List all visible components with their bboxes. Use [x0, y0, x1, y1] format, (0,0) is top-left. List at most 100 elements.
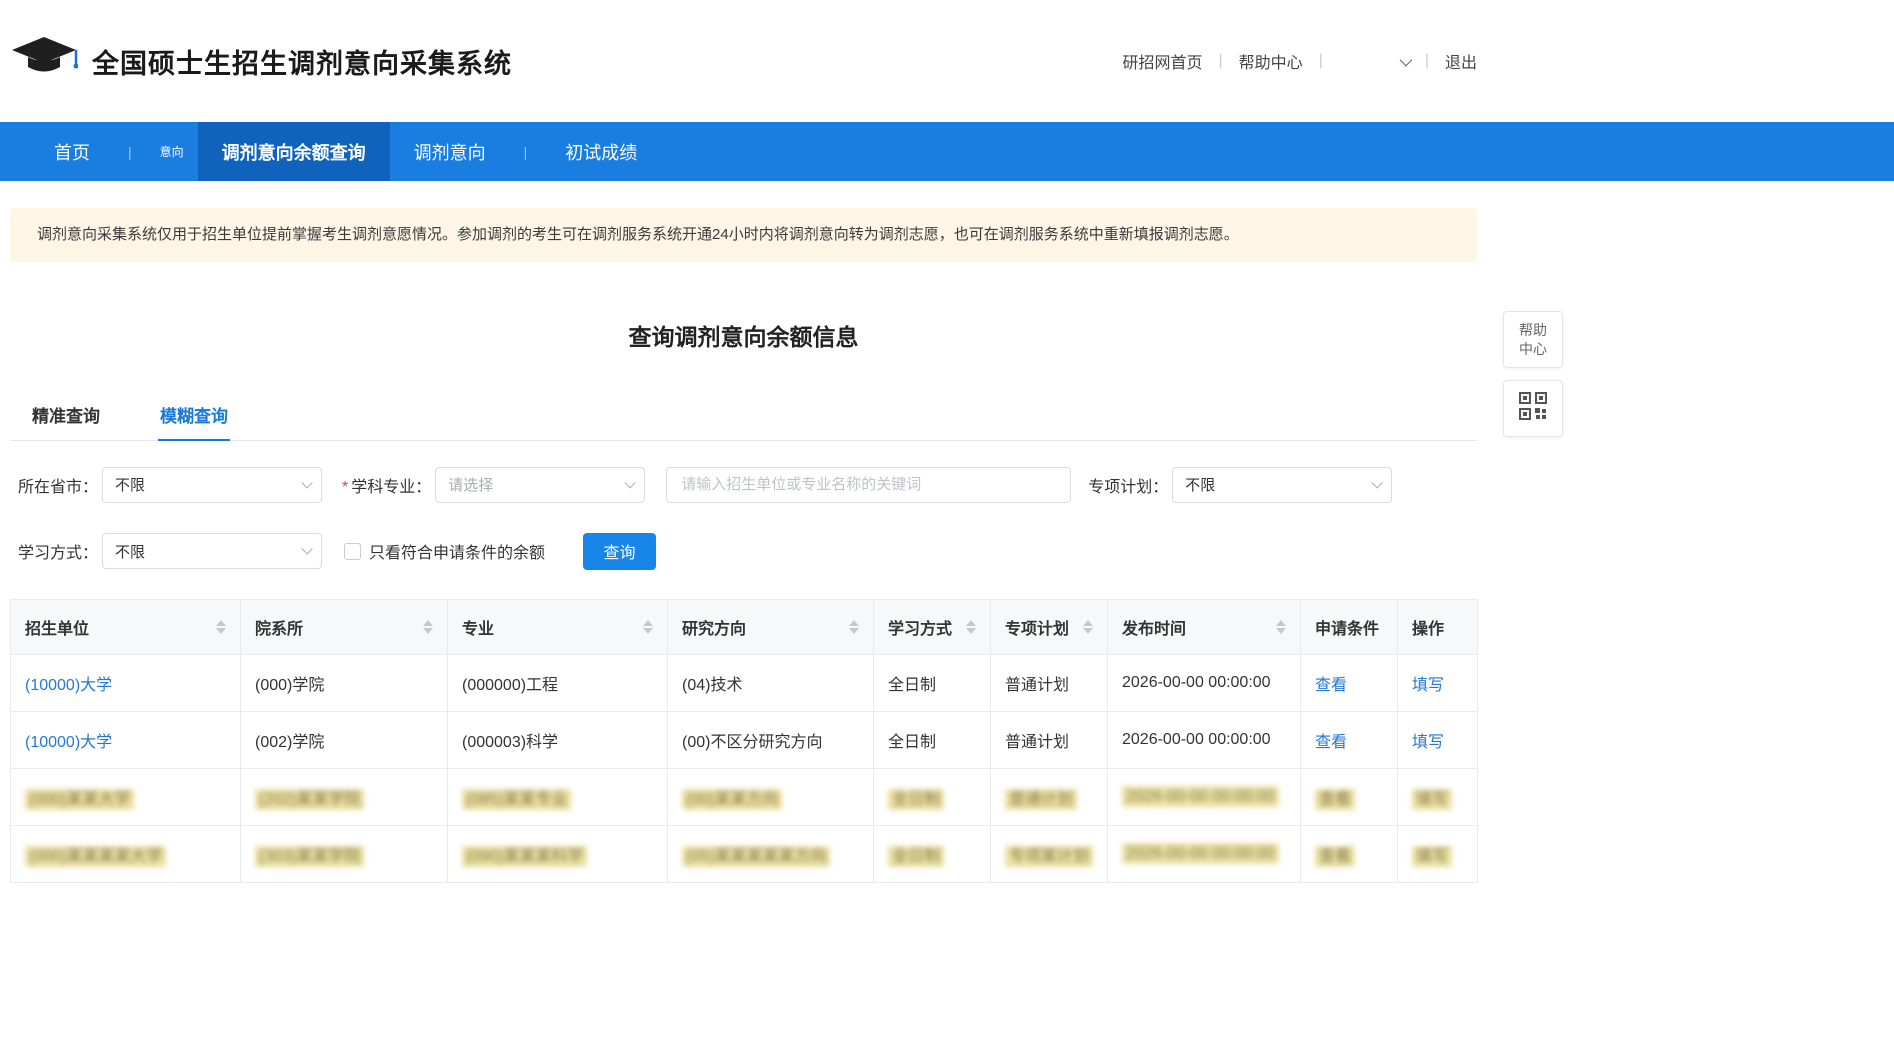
- nav-adjust-intent[interactable]: 调剂意向: [390, 122, 510, 181]
- study-mode-select-value: 不限: [115, 541, 145, 562]
- help-widget-line2: 中心: [1519, 340, 1547, 358]
- sort-icon[interactable]: [966, 620, 976, 634]
- study-mode-cell: 全日制: [888, 789, 944, 810]
- table-row-redacted: (000)某某大学 (202)某某学院 (085)某某专业 (00)某某方向 全…: [11, 768, 1478, 825]
- fill-intent-link[interactable]: 填写: [1412, 734, 1444, 751]
- view-condition-link[interactable]: 查看: [1315, 734, 1347, 751]
- view-condition-link[interactable]: 查看: [1315, 846, 1355, 867]
- fill-intent-link[interactable]: 填写: [1412, 677, 1444, 694]
- notice-text: 调剂意向采集系统仅用于招生单位提前掌握考生调剂意愿情况。参加调剂的考生可在调剂服…: [37, 226, 1239, 243]
- tab-precise-query[interactable]: 精准查询: [30, 392, 102, 440]
- table-row: (10000)大学 (002)学院 (000003)科学 (00)不区分研究方向…: [11, 711, 1478, 768]
- tab-fuzzy-query[interactable]: 模糊查询: [158, 392, 230, 440]
- fill-intent-link[interactable]: 填写: [1412, 789, 1452, 810]
- sort-icon[interactable]: [849, 620, 859, 634]
- col-publish-time: 发布时间: [1108, 599, 1301, 654]
- department-cell: (202)某某学院: [255, 789, 364, 810]
- chevron-down-icon: [1399, 53, 1412, 66]
- table-row-redacted: (000)某某某某大学 (303)某某学院 (090)某某某科学 (05)某某某…: [11, 825, 1478, 882]
- publish-time-cell: 2026-00-00 00:00:00: [1122, 843, 1279, 864]
- only-eligible-checkbox[interactable]: [344, 543, 361, 560]
- plan-cell: 专项某计划: [1005, 846, 1093, 867]
- results-table: 招生单位 院系所 专业 研究方向 学习方式 专项计划 发布时间 申请条件 操作 …: [10, 599, 1478, 883]
- unit-link[interactable]: (000)某某某某大学: [25, 846, 166, 867]
- major-cell: (000000)工程: [462, 677, 558, 694]
- sort-icon[interactable]: [216, 620, 226, 634]
- unit-link[interactable]: (000)某某大学: [25, 789, 134, 810]
- main-nav: 首页 | 意向 调剂意向余额查询 调剂意向 | 初试成绩: [0, 122, 1894, 181]
- col-plan: 专项计划: [991, 599, 1108, 654]
- major-cell: (000003)科学: [462, 734, 558, 751]
- col-operation: 操作: [1398, 599, 1478, 654]
- unit-link[interactable]: (10000)大学: [25, 677, 112, 694]
- divider: |: [1319, 52, 1323, 70]
- view-condition-link[interactable]: 查看: [1315, 677, 1347, 694]
- major-cell: (090)某某某科学: [462, 846, 587, 867]
- nav-intent-small[interactable]: 意向: [146, 122, 198, 181]
- plan-cell: 普通计划: [1005, 789, 1077, 810]
- page-title: 查询调剂意向余额信息: [10, 318, 1477, 352]
- nav-balance-query[interactable]: 调剂意向余额查询: [198, 122, 390, 181]
- study-mode-cell: 全日制: [888, 677, 936, 694]
- table-row: (10000)大学 (000)学院 (000000)工程 (04)技术 全日制 …: [11, 654, 1478, 711]
- divider: |: [114, 122, 146, 181]
- filter-row-2: 学习方式： 不限 只看符合申请条件的余额 查询: [10, 533, 1477, 570]
- floating-widgets: 帮助 中心: [1503, 311, 1563, 449]
- graduation-cap-logo-icon: [10, 35, 78, 87]
- qr-code-widget[interactable]: [1503, 380, 1563, 437]
- app-header: 全国硕士生招生调剂意向采集系统 研招网首页 | 帮助中心 | | 退出: [0, 0, 1894, 122]
- chevron-down-icon: [625, 477, 636, 488]
- subject-select-value: 请选择: [448, 474, 493, 495]
- app-title: 全国硕士生招生调剂意向采集系统: [92, 42, 512, 81]
- top-links: 研招网首页 | 帮助中心 | | 退出: [1122, 49, 1477, 73]
- province-select-value: 不限: [115, 474, 145, 495]
- col-unit: 招生单位: [11, 599, 241, 654]
- fill-intent-link[interactable]: 填写: [1412, 846, 1452, 867]
- department-cell: (303)某某学院: [255, 846, 364, 867]
- sort-icon[interactable]: [1276, 620, 1286, 634]
- publish-time-cell: 2026-00-00 00:00:00: [1122, 786, 1279, 807]
- study-mode-cell: 全日制: [888, 846, 944, 867]
- plan-select[interactable]: 不限: [1172, 467, 1392, 503]
- search-button[interactable]: 查询: [583, 533, 656, 570]
- nav-initial-score[interactable]: 初试成绩: [541, 122, 661, 181]
- col-apply-condition: 申请条件: [1301, 599, 1398, 654]
- unit-link[interactable]: (10000)大学: [25, 734, 112, 751]
- link-yanzhao-home[interactable]: 研招网首页: [1122, 49, 1202, 73]
- view-condition-link[interactable]: 查看: [1315, 789, 1355, 810]
- query-tabs: 精准查询 模糊查询: [10, 392, 1477, 441]
- divider: |: [1219, 52, 1223, 70]
- major-cell: (085)某某专业: [462, 789, 571, 810]
- subject-select[interactable]: 请选择: [435, 467, 645, 503]
- chevron-down-icon: [301, 477, 312, 488]
- sort-icon[interactable]: [423, 620, 433, 634]
- col-direction: 研究方向: [668, 599, 874, 654]
- only-eligible-label: 只看符合申请条件的余额: [369, 539, 545, 563]
- plan-cell: 普通计划: [1005, 677, 1069, 694]
- sort-icon[interactable]: [643, 620, 653, 634]
- link-help-center[interactable]: 帮助中心: [1239, 49, 1303, 73]
- help-center-widget[interactable]: 帮助 中心: [1503, 311, 1563, 368]
- direction-cell: (04)技术: [682, 677, 742, 694]
- required-asterisk: *: [342, 479, 348, 496]
- direction-cell: (00)某某方向: [682, 789, 782, 810]
- nav-home[interactable]: 首页: [30, 122, 114, 181]
- study-mode-select[interactable]: 不限: [102, 533, 322, 569]
- col-department: 院系所: [241, 599, 448, 654]
- filter-row-1: 所在省市： 不限 *学科专业： 请选择 专项计划： 不限: [10, 467, 1477, 503]
- chevron-down-icon: [301, 543, 312, 554]
- direction-cell: (00)不区分研究方向: [682, 734, 822, 751]
- plan-select-value: 不限: [1185, 474, 1215, 495]
- province-select[interactable]: 不限: [102, 467, 322, 503]
- publish-time-cell: 2026-00-00 00:00:00: [1122, 674, 1271, 691]
- user-menu[interactable]: [1339, 57, 1409, 66]
- keyword-input[interactable]: [666, 467, 1071, 503]
- plan-cell: 普通计划: [1005, 734, 1069, 751]
- chevron-down-icon: [1372, 477, 1383, 488]
- col-major: 专业: [448, 599, 668, 654]
- department-cell: (000)学院: [255, 677, 324, 694]
- subject-label: *学科专业：: [342, 473, 431, 497]
- link-logout[interactable]: 退出: [1445, 49, 1477, 73]
- study-mode-cell: 全日制: [888, 734, 936, 751]
- sort-icon[interactable]: [1083, 620, 1093, 634]
